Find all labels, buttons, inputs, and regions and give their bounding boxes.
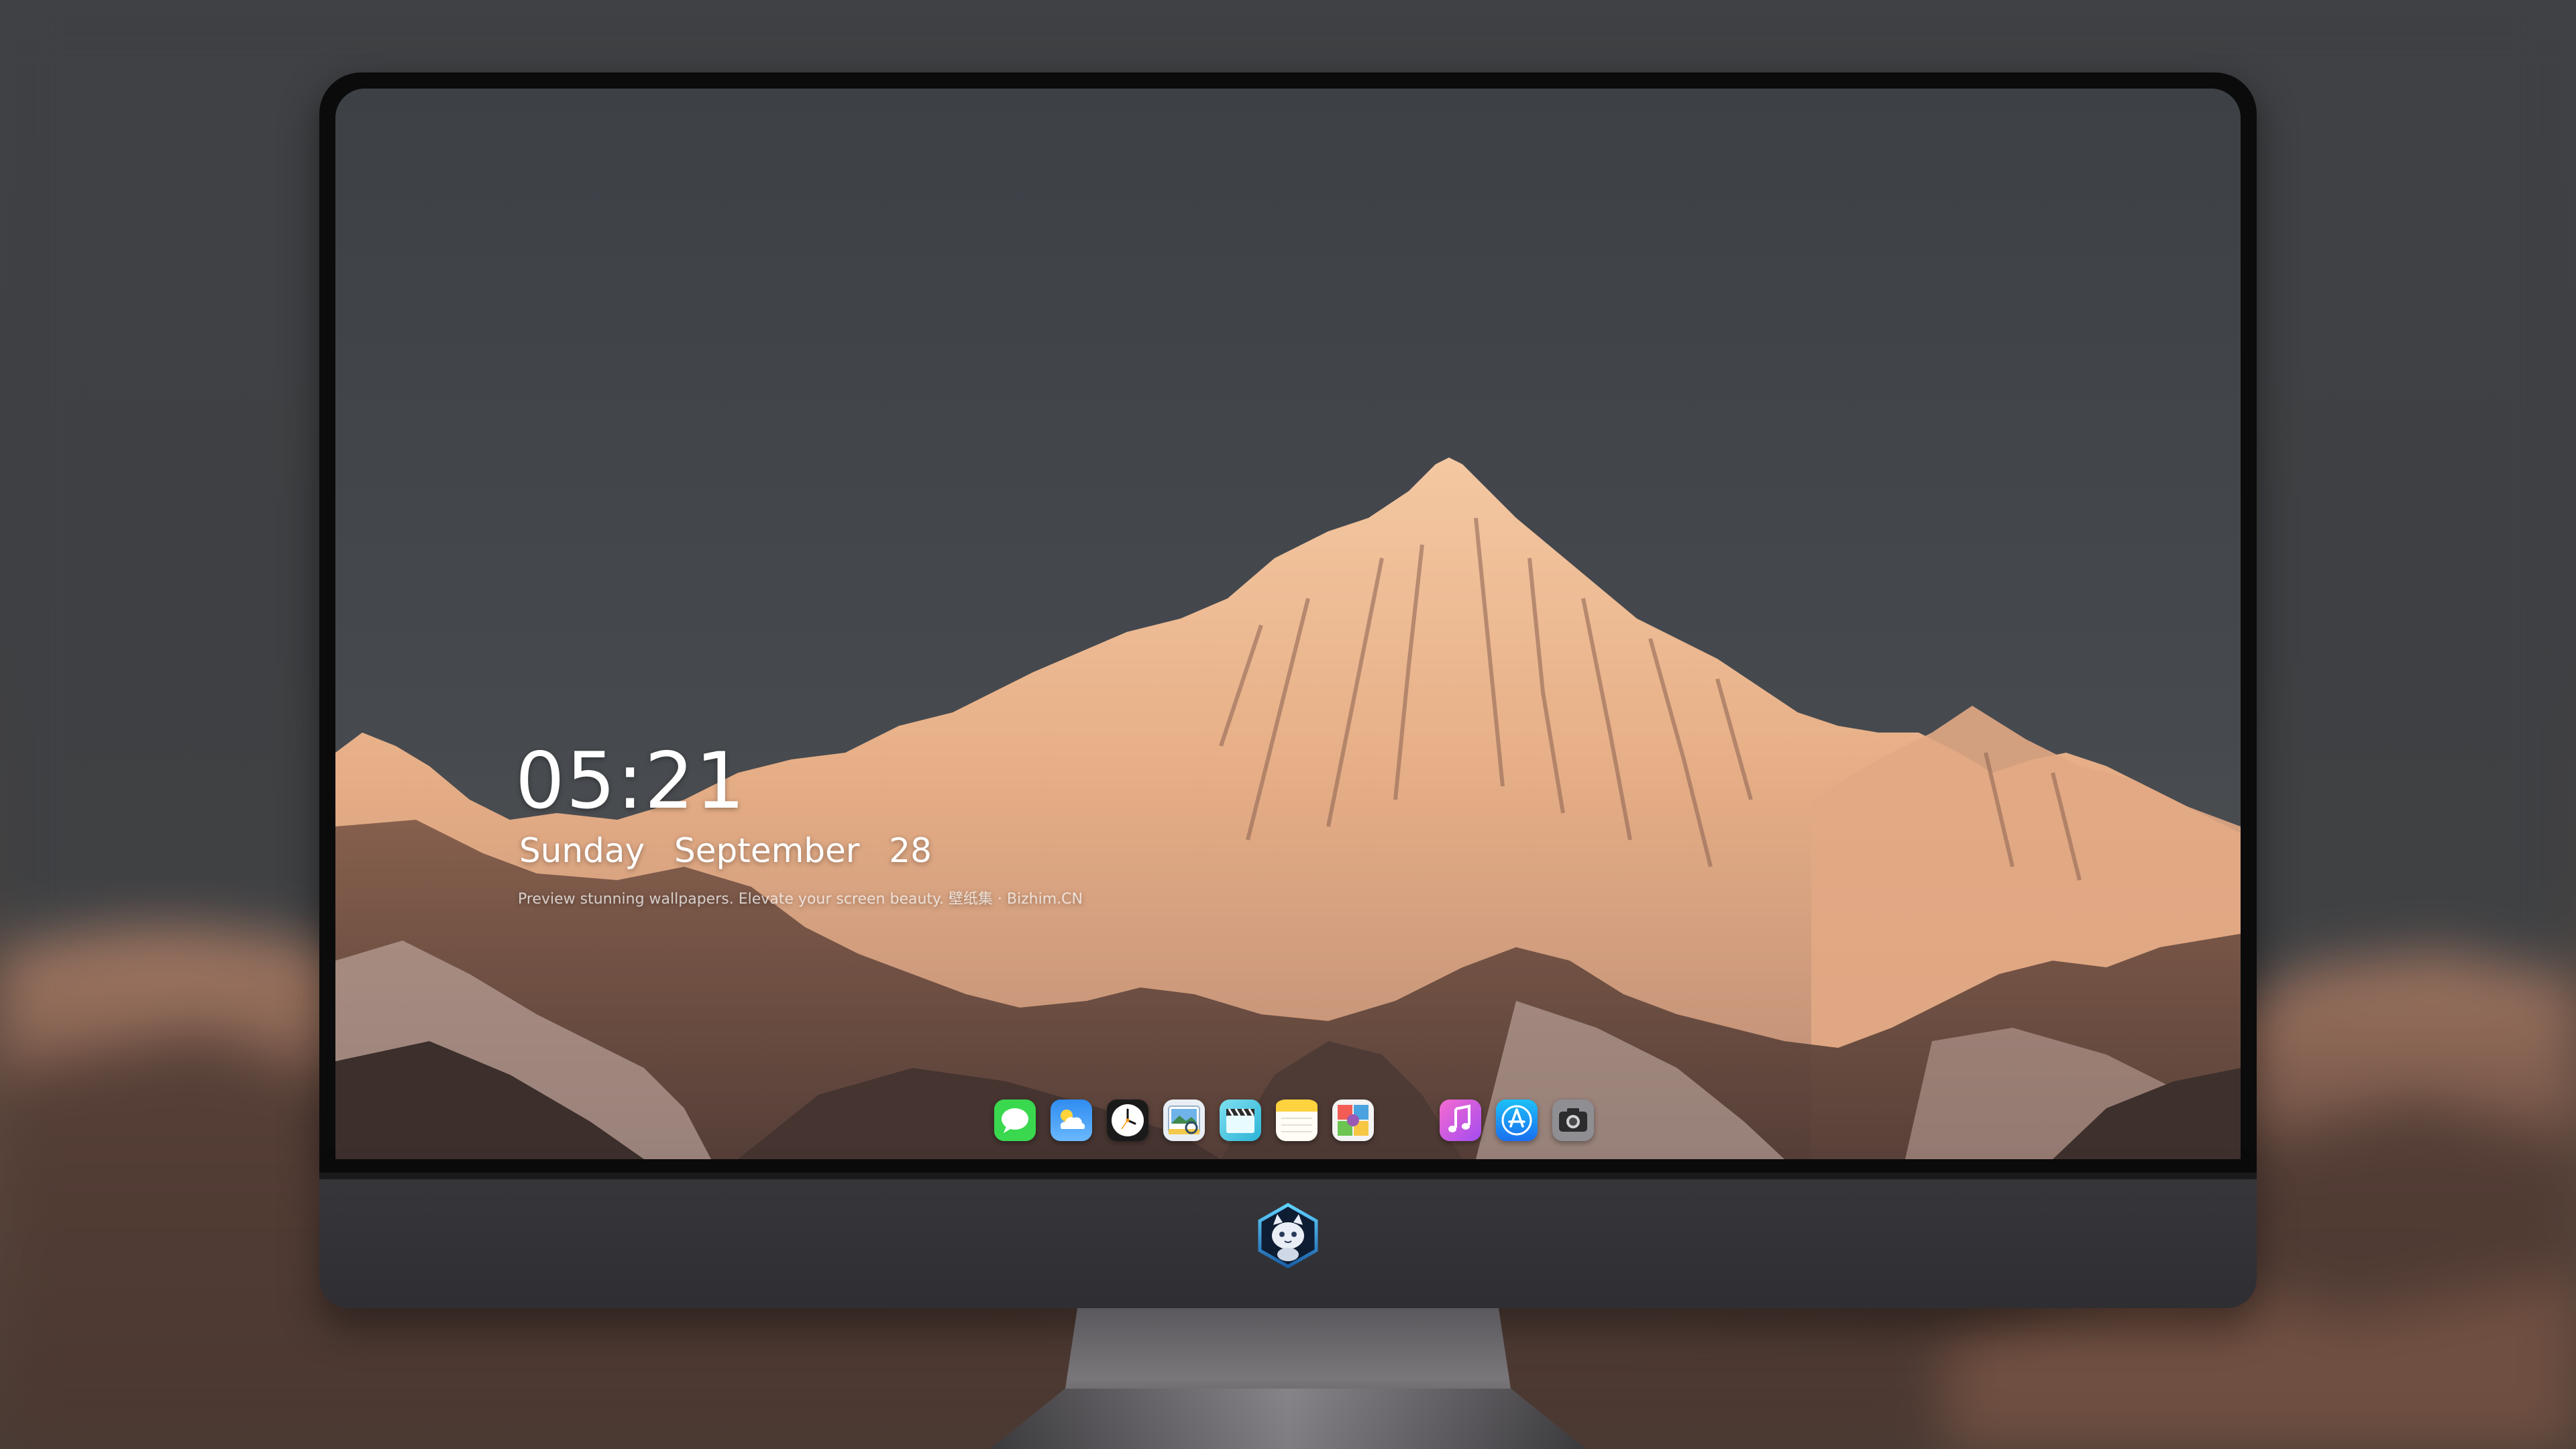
wallpaper-caption: Preview stunning wallpapers. Elevate you… bbox=[518, 891, 1083, 908]
clock-month-label: September bbox=[674, 831, 860, 870]
preview-icon[interactable] bbox=[1163, 1099, 1205, 1141]
clock-icon[interactable] bbox=[1107, 1099, 1148, 1141]
cat-mascot-logo-icon bbox=[1258, 1203, 1318, 1269]
monitor-stand bbox=[990, 1308, 1586, 1449]
clock-time: 05:21 bbox=[515, 736, 747, 826]
dock bbox=[982, 1088, 1594, 1152]
clock-day-label: Sunday bbox=[519, 831, 645, 870]
clock-date-number: 28 bbox=[889, 831, 932, 870]
imac-monitor: 05:21 Sunday September 28 Preview stunni… bbox=[319, 72, 2257, 1308]
camera-icon[interactable] bbox=[1552, 1099, 1594, 1141]
claquette-icon[interactable] bbox=[1220, 1099, 1261, 1141]
lockscreen-clock: 05:21 Sunday September 28 Preview stunni… bbox=[515, 738, 1083, 910]
messages-icon[interactable] bbox=[994, 1099, 1036, 1141]
mountain-wallpaper bbox=[335, 89, 2241, 1159]
notes-icon[interactable] bbox=[1276, 1099, 1318, 1141]
app-store-icon[interactable] bbox=[1496, 1099, 1538, 1141]
clock-date: Sunday September 28 bbox=[519, 829, 1083, 872]
monitor-screen: 05:21 Sunday September 28 Preview stunni… bbox=[335, 89, 2241, 1159]
photo-booth-icon[interactable] bbox=[1332, 1099, 1374, 1141]
weather-icon[interactable] bbox=[1051, 1099, 1092, 1141]
chin-divider bbox=[319, 1173, 2257, 1179]
music-icon[interactable] bbox=[1440, 1099, 1481, 1141]
desktop-background: 05:21 Sunday September 28 Preview stunni… bbox=[0, 0, 2576, 1449]
